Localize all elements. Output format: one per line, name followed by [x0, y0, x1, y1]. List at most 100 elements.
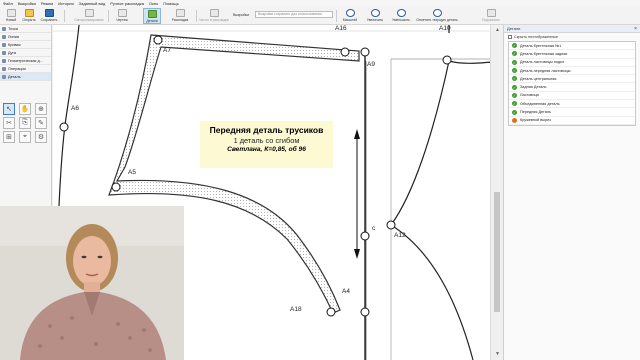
scroll-thumb[interactable] — [494, 192, 500, 312]
detail-title: Передняя деталь трусиков — [209, 125, 324, 135]
tool-button[interactable]: ↖ — [3, 103, 15, 115]
nav-curve[interactable]: Кривая — [0, 41, 51, 49]
toolbar-button[interactable]: Открыть — [21, 8, 37, 24]
detail-list-item[interactable]: ✓ Передняя Деталь — [509, 108, 635, 117]
point-label: A4 — [342, 288, 350, 295]
category-icon — [2, 66, 6, 71]
toolbar-button[interactable]: Уменьшить — [391, 8, 411, 24]
detail-list-item[interactable]: ✓ Деталь центральная — [509, 75, 635, 84]
detail-list-label: Деталь центральная — [520, 76, 557, 81]
toolbar-separator — [64, 10, 65, 22]
category-icon — [2, 50, 6, 55]
tool-button[interactable]: ⚙ — [35, 131, 47, 143]
nav-arc[interactable]: Дуга — [0, 49, 51, 57]
detail-list-item[interactable]: ✓ Объединенная деталь — [509, 100, 635, 109]
menu-item[interactable]: Режим — [41, 0, 53, 7]
detail-list-item[interactable]: ✓ Деталь бретельная №1 — [509, 42, 635, 51]
scroll-up-arrow[interactable]: ▲ — [494, 27, 501, 33]
point-label: A9 — [367, 61, 375, 68]
toolbar-button[interactable]: Раскладка — [170, 8, 190, 24]
detail-list-item[interactable]: ✓ Деталь передняя ластовицы — [509, 67, 635, 76]
check-icon: ✓ — [512, 68, 517, 74]
nav-geometry[interactable]: Геометрическая д... — [0, 57, 51, 65]
nav-detail[interactable]: Деталь — [0, 73, 51, 81]
toolbar-button-label: Синхронизировать — [74, 18, 104, 22]
nav-line[interactable]: Линия — [0, 33, 51, 41]
toolbar-button[interactable]: Масштаб — [340, 8, 360, 24]
check-icon: ✓ — [512, 76, 517, 82]
nav-operations[interactable]: Операции — [0, 65, 51, 73]
toolbar-button[interactable]: Число в раскладке — [199, 8, 229, 24]
point-marker[interactable] — [153, 35, 163, 45]
menu-item[interactable]: Заданный вид — [79, 0, 106, 7]
detail-list-item[interactable]: ✓ Задняя Деталь — [509, 83, 635, 92]
toolbar-button[interactable]: Отметить текущую деталь — [416, 8, 458, 24]
nav-point[interactable]: Точка — [0, 25, 51, 33]
point-marker[interactable] — [442, 55, 452, 65]
pattern-input[interactable]: Выкройки сохранить для использования — [255, 11, 333, 18]
close-icon[interactable]: × — [634, 25, 637, 33]
toolbar-button[interactable]: Увеличить — [365, 8, 385, 24]
toolbar-button[interactable]: Чертеж — [114, 8, 130, 24]
point-marker[interactable] — [340, 47, 350, 57]
toolbar-button[interactable]: Подсказать — [480, 8, 502, 24]
toolbar-button[interactable]: Новый — [4, 8, 18, 24]
webcam-overlay — [0, 206, 184, 360]
detail-list-item[interactable]: ✓ Деталь ластовицы подкл — [509, 59, 635, 67]
toolbar-button-label: Число в раскладке — [199, 18, 229, 22]
detail-list-label: Передняя Деталь — [520, 110, 552, 115]
tool-category-list: Точка Линия Кривая Дуга Геометрическая д... О… — [0, 25, 51, 81]
menu-item[interactable]: Выкройки — [18, 0, 36, 7]
zoom-in-icon — [370, 9, 380, 17]
toolbar: Выкройки Выкройки сохранить для использо… — [0, 7, 640, 25]
tool-button[interactable]: ⎘ — [19, 117, 31, 129]
tool-button[interactable]: ✋ — [19, 103, 31, 115]
toolbar-button-label: Новый — [5, 18, 17, 22]
tool-button[interactable]: ⊞ — [3, 131, 15, 143]
point-marker[interactable] — [326, 307, 336, 317]
hide-unshown-label: Скрыть неотображенные — [514, 35, 559, 39]
point-label: A7 — [163, 47, 171, 54]
check-icon: ✓ — [512, 43, 517, 49]
menu-item[interactable]: Окно — [149, 0, 158, 7]
hide-unshown-checkbox[interactable]: Скрыть неотображенные — [504, 33, 640, 41]
toolbar-button[interactable]: Синхронизировать — [74, 8, 104, 24]
scroll-down-arrow[interactable]: ▼ — [494, 351, 501, 357]
menu-item[interactable]: История — [58, 0, 74, 7]
drawing-icon — [117, 9, 127, 17]
point-marker[interactable] — [360, 47, 370, 57]
point-label: c — [372, 225, 376, 232]
menu-item[interactable]: Помощь — [163, 0, 178, 7]
menu-item[interactable]: Ручное раскладка — [110, 0, 144, 7]
point-label: A12 — [394, 232, 406, 239]
detail-list-label: Кружевной вырез — [520, 118, 551, 123]
hint-icon — [486, 9, 496, 17]
detail-list-item[interactable]: ✓ Деталь бретельная задняя — [509, 50, 635, 59]
detail-list-item[interactable]: ✓ Ластовица — [509, 92, 635, 101]
point-marker[interactable] — [386, 220, 396, 230]
vertical-scrollbar[interactable]: ▲ ▼ — [490, 25, 503, 360]
nav-label: Дуга — [8, 50, 16, 55]
point-label: A16 — [335, 25, 347, 32]
details-panel: Детали × Скрыть неотображенные ✓ Деталь б… — [503, 25, 640, 360]
layout-icon — [175, 9, 185, 17]
tool-button[interactable]: ⌖ — [19, 131, 31, 143]
tool-button[interactable]: ⊕ — [35, 103, 47, 115]
point-marker[interactable] — [360, 307, 370, 317]
detail-list-label: Ластовица — [520, 93, 539, 98]
menu-item[interactable]: Файл — [3, 0, 13, 7]
mark-detail-icon — [432, 9, 442, 17]
tool-button[interactable]: ✂ — [3, 117, 15, 129]
pattern-label: Выкройки — [233, 13, 250, 17]
point-marker[interactable] — [360, 231, 370, 241]
checkbox-box[interactable] — [508, 35, 512, 39]
detail-list-item[interactable]: Кружевной вырез — [509, 117, 635, 125]
toolbar-button-label: Чертеж — [116, 18, 128, 22]
tool-button[interactable]: ✎ — [35, 117, 47, 129]
new-file-icon — [6, 9, 16, 17]
point-marker[interactable] — [59, 122, 69, 132]
nav-label: Операции — [8, 66, 26, 71]
toolbar-button[interactable]: Сохранить — [40, 8, 58, 24]
point-marker[interactable] — [111, 182, 121, 192]
toolbar-button[interactable]: Детали — [143, 8, 161, 24]
